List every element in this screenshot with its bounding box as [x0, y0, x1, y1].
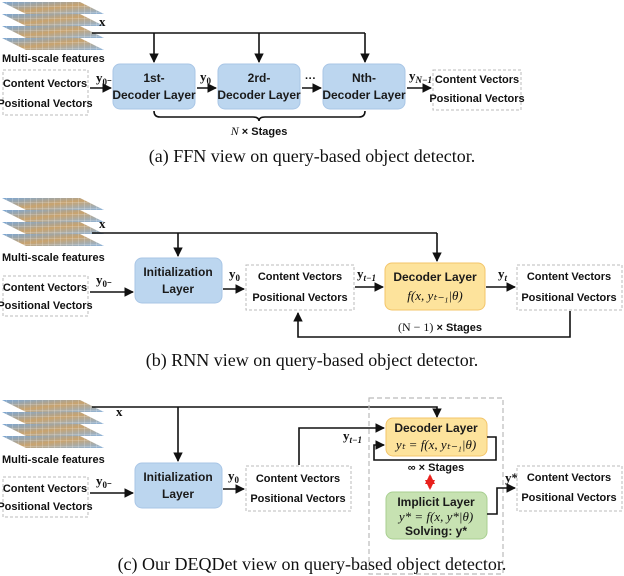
- content-vectors-label: Content Vectors: [527, 472, 611, 484]
- y0-minus-label: y0⁻: [96, 272, 112, 289]
- multi-scale-features-image: [2, 2, 104, 50]
- positional-vectors-label: Positional Vectors: [0, 300, 93, 312]
- stages-label: N × Stages: [230, 124, 288, 138]
- yt-label: yt: [498, 266, 508, 283]
- content-vectors-label: Content Vectors: [3, 282, 87, 294]
- yt1-label: yt−1: [343, 428, 362, 445]
- caption-a: (a) FFN view on query-based object detec…: [149, 146, 475, 167]
- init-layer-line1: Initialization: [143, 470, 212, 484]
- layer-n-line2: Decoder Layer: [322, 88, 406, 102]
- content-vectors-label: Content Vectors: [3, 78, 87, 90]
- caption-c: (c) Our DEQDet view on query-based objec…: [118, 554, 507, 575]
- content-vectors-label: Content Vectors: [527, 271, 611, 283]
- positional-vectors-label: Positional Vectors: [252, 292, 347, 304]
- layer-2-line2: Decoder Layer: [217, 88, 301, 102]
- caption-b: (b) RNN view on query-based object detec…: [146, 350, 478, 371]
- arrow-content-decoder: [298, 423, 385, 465]
- content-vectors-label: Content Vectors: [3, 483, 87, 495]
- y0-minus-label: y0⁻: [96, 473, 112, 490]
- implicit-formula: y* = f(x, y*|θ): [397, 509, 473, 524]
- arrow-output: [487, 483, 516, 515]
- ystar-label: y*: [505, 470, 518, 485]
- content-vectors-label: Content Vectors: [256, 473, 340, 485]
- y0-label: y0: [229, 266, 241, 283]
- implicit-solving: Solving: y*: [405, 524, 467, 538]
- multi-scale-features-image: [2, 198, 104, 246]
- layer-2-line1: 2rd-: [248, 71, 271, 85]
- positional-vectors-label: Positional Vectors: [250, 493, 345, 505]
- positional-vectors-label: Positional Vectors: [521, 292, 616, 304]
- init-layer-line2: Layer: [162, 282, 194, 296]
- yt1-label: yt−1: [357, 266, 376, 283]
- x-label: x: [99, 216, 106, 231]
- decoder-layer-title: Decoder Layer: [394, 421, 478, 435]
- layer-1-line1: 1st-: [143, 71, 164, 85]
- layer-n-line1: Nth-: [352, 71, 376, 85]
- implicit-layer-title: Implicit Layer: [397, 495, 475, 509]
- features-label: Multi-scale features: [2, 454, 105, 466]
- content-vectors-label: Content Vectors: [435, 74, 519, 86]
- decoder-formula: f(x, yₜ₋₁|θ): [407, 288, 463, 303]
- layer-1-line2: Decoder Layer: [112, 88, 196, 102]
- multi-scale-features-image: [2, 400, 104, 448]
- deqdet-diagram: Multi-scale features x Content Vectors P…: [0, 2, 623, 575]
- y0-label: y0: [200, 69, 212, 86]
- y0-minus-label: y0⁻: [96, 70, 112, 87]
- x-arrow-decoder: [92, 406, 442, 418]
- init-layer-line2: Layer: [162, 487, 194, 501]
- content-vectors-label: Content Vectors: [258, 271, 342, 283]
- stages-label: (N − 1) × Stages: [398, 320, 482, 334]
- panel-c: Multi-scale features x Content Vectors P…: [0, 397, 623, 575]
- y0-label: y0: [228, 468, 240, 485]
- init-layer-line1: Initialization: [143, 265, 212, 279]
- ellipsis: ···: [305, 73, 316, 85]
- yn1-label: yN−1: [409, 68, 432, 85]
- stages-brace: [153, 110, 366, 122]
- stages-label: ∞ × Stages: [408, 462, 464, 474]
- features-label: Multi-scale features: [2, 53, 105, 65]
- decoder-formula: yₜ = f(x, yₜ₋₁|θ): [394, 437, 476, 452]
- panel-b: Multi-scale features x Content Vectors P…: [0, 198, 623, 371]
- panel-a: Multi-scale features x Content Vectors P…: [0, 2, 525, 167]
- decoder-layer-title: Decoder Layer: [393, 270, 477, 284]
- positional-vectors-label: Positional Vectors: [429, 93, 524, 105]
- positional-vectors-label: Positional Vectors: [521, 492, 616, 504]
- x-label: x: [99, 14, 106, 29]
- positional-vectors-label: Positional Vectors: [0, 98, 93, 110]
- positional-vectors-label: Positional Vectors: [0, 501, 93, 513]
- features-label: Multi-scale features: [2, 252, 105, 264]
